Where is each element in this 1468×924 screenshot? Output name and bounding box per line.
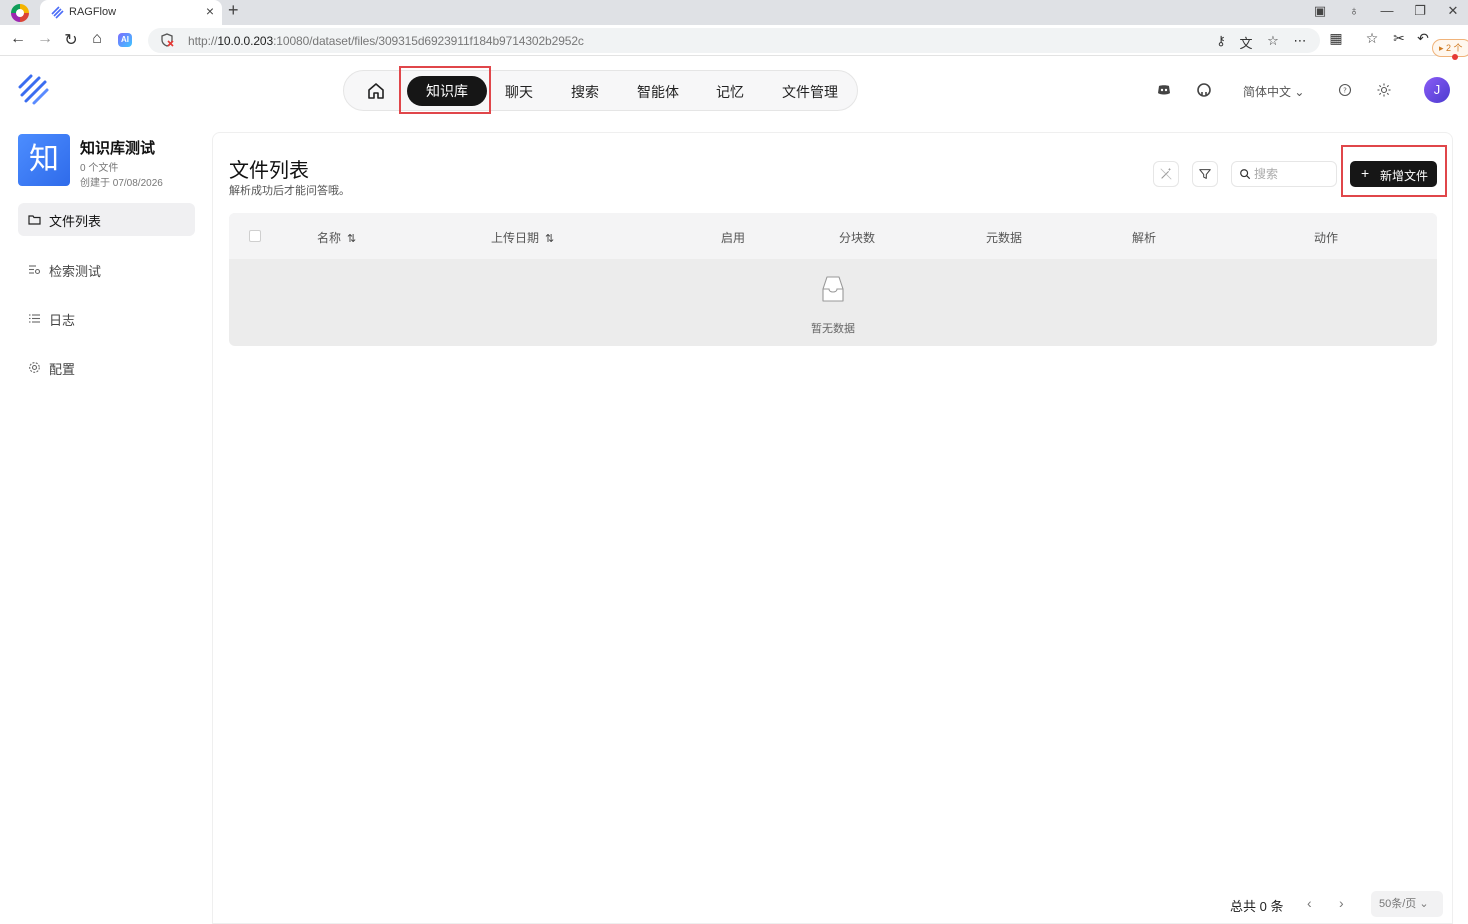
address-toolbar: ← → ↻ ⌂ AI http://10.0.0.203:10080/datas… xyxy=(0,25,1468,60)
column-enabled: 启用 xyxy=(721,231,746,245)
folder-icon xyxy=(28,215,41,225)
page-title: 文件列表 xyxy=(229,160,309,182)
next-page-button[interactable]: › xyxy=(1339,895,1344,911)
highlight-box-nav xyxy=(399,66,491,114)
column-chunk-count: 分块数 xyxy=(839,231,876,245)
empty-state-text: 暂无数据 xyxy=(811,323,855,335)
undo-icon[interactable]: ↶ xyxy=(1413,30,1433,47)
favorites-icon[interactable]: ☆ xyxy=(1362,30,1382,47)
nav-agent[interactable]: 智能体 xyxy=(637,82,679,102)
url-text[interactable]: http://10.0.0.203:10080/dataset/files/30… xyxy=(188,34,584,48)
dataset-name: 知识库测试 xyxy=(80,140,156,157)
sort-icon[interactable]: ⇅ xyxy=(545,233,554,245)
sidebar-item-file-list[interactable]: 文件列表 xyxy=(18,203,195,236)
sidebar-item-settings[interactable]: 配置 xyxy=(18,351,195,384)
column-parse: 解析 xyxy=(1132,231,1157,245)
page-subtitle: 解析成功后才能问答哦。 xyxy=(229,185,350,197)
filter-icon xyxy=(1199,169,1211,179)
translate-icon[interactable]: ⽂ xyxy=(1237,33,1255,52)
list-icon xyxy=(29,314,40,323)
download-badge[interactable]: ▸ 2 个 xyxy=(1432,39,1468,57)
pagination-total: 总共 0 条 xyxy=(1230,899,1284,914)
sidebar-item-logs[interactable]: 日志 xyxy=(18,302,195,335)
github-icon[interactable] xyxy=(1196,82,1212,98)
column-action: 动作 xyxy=(1314,231,1339,245)
sidebar-item-label: 检索测试 xyxy=(49,264,102,279)
language-selector[interactable]: 简体中文 ⌄ xyxy=(1243,83,1304,100)
insecure-site-icon[interactable] xyxy=(160,33,174,47)
nav-search[interactable]: 搜索 xyxy=(571,82,599,102)
tab-close-icon[interactable]: × xyxy=(206,3,214,19)
screenshot-icon[interactable]: ✂ xyxy=(1389,30,1409,47)
star-icon[interactable]: ☆ xyxy=(1264,33,1282,49)
notification-dot xyxy=(1452,54,1458,60)
url-path: :10080/dataset/files/309315d6923911f184b… xyxy=(273,34,584,48)
nav-chat[interactable]: 聊天 xyxy=(505,82,533,102)
apps-icon[interactable]: ▦ xyxy=(1326,30,1346,47)
ragflow-logo-icon[interactable] xyxy=(18,74,50,106)
new-tab-button[interactable]: + xyxy=(228,0,239,21)
select-all-checkbox[interactable] xyxy=(249,230,261,242)
home-icon[interactable]: ⌂ xyxy=(87,30,107,48)
prev-page-button[interactable]: ‹ xyxy=(1307,895,1312,911)
tab-count-icon[interactable]: ▣ xyxy=(1310,3,1330,19)
browser-tab-bar: RAGFlow × + ▣ ♁ — ❐ ✕ xyxy=(0,0,1468,25)
svg-text:?: ? xyxy=(1343,87,1347,95)
nav-memory[interactable]: 记忆 xyxy=(716,82,744,102)
browser-tab[interactable]: RAGFlow × xyxy=(40,0,222,25)
column-upload-date[interactable]: 上传日期 ⇅ xyxy=(491,229,554,246)
browser-logo-icon[interactable] xyxy=(11,4,29,22)
file-table: 名称 ⇅ 上传日期 ⇅ 启用 分块数 元数据 解析 动作 暂无数据 xyxy=(229,213,1437,346)
column-metadata: 元数据 xyxy=(986,231,1023,245)
retrieval-icon xyxy=(29,265,41,275)
back-icon[interactable]: ← xyxy=(8,30,28,48)
close-window-icon[interactable]: ✕ xyxy=(1443,3,1463,19)
search-field[interactable] xyxy=(1231,161,1337,187)
dataset-file-count: 0 个文件 xyxy=(80,163,119,174)
nav-file-management[interactable]: 文件管理 xyxy=(782,82,838,102)
discord-icon[interactable] xyxy=(1156,82,1172,98)
empty-inbox-icon xyxy=(822,276,844,302)
shirt-icon[interactable]: ♁ xyxy=(1344,3,1364,18)
url-host: 10.0.0.203 xyxy=(217,34,274,48)
minimize-icon[interactable]: — xyxy=(1377,3,1397,18)
table-header: 名称 ⇅ 上传日期 ⇅ 启用 分块数 元数据 解析 动作 xyxy=(229,213,1437,259)
page-size-select[interactable]: 50条/页 ⌄ xyxy=(1371,891,1443,917)
ragflow-favicon-icon xyxy=(51,6,64,19)
bulk-parse-button[interactable] xyxy=(1153,161,1179,187)
column-label: 上传日期 xyxy=(491,231,540,245)
column-name[interactable]: 名称 ⇅ xyxy=(317,229,356,246)
theme-sun-icon[interactable] xyxy=(1376,82,1392,98)
reload-icon[interactable]: ↻ xyxy=(61,30,81,50)
key-icon[interactable]: ⚷ xyxy=(1212,33,1230,49)
sort-icon[interactable]: ⇅ xyxy=(347,233,356,245)
dataset-avatar: 知 xyxy=(18,134,70,186)
search-icon xyxy=(1240,169,1251,180)
gear-icon xyxy=(29,362,40,373)
highlight-box-add-file xyxy=(1341,145,1447,197)
more-icon[interactable]: ⋯ xyxy=(1291,33,1309,49)
url-bar[interactable]: http://10.0.0.203:10080/dataset/files/30… xyxy=(148,28,1320,53)
restore-icon[interactable]: ❐ xyxy=(1410,3,1430,19)
column-label: 名称 xyxy=(317,231,342,245)
filter-button[interactable] xyxy=(1192,161,1218,187)
help-icon[interactable]: ? xyxy=(1337,82,1353,98)
forward-icon[interactable]: → xyxy=(35,30,55,48)
url-scheme: http:// xyxy=(188,34,218,48)
magic-wand-icon xyxy=(1160,168,1172,180)
nav-home-icon[interactable] xyxy=(366,81,386,101)
sidebar-item-label: 配置 xyxy=(49,362,76,377)
user-avatar[interactable]: J xyxy=(1424,77,1450,103)
sidebar-item-label: 文件列表 xyxy=(49,214,102,229)
sidebar-item-label: 日志 xyxy=(49,313,76,328)
ai-icon[interactable]: AI xyxy=(118,33,132,47)
sidebar-item-retrieval-test[interactable]: 检索测试 xyxy=(18,253,195,286)
tab-title: RAGFlow xyxy=(69,6,117,18)
search-input[interactable] xyxy=(1254,166,1332,182)
dataset-created-date: 创建于 07/08/2026 xyxy=(80,178,163,189)
